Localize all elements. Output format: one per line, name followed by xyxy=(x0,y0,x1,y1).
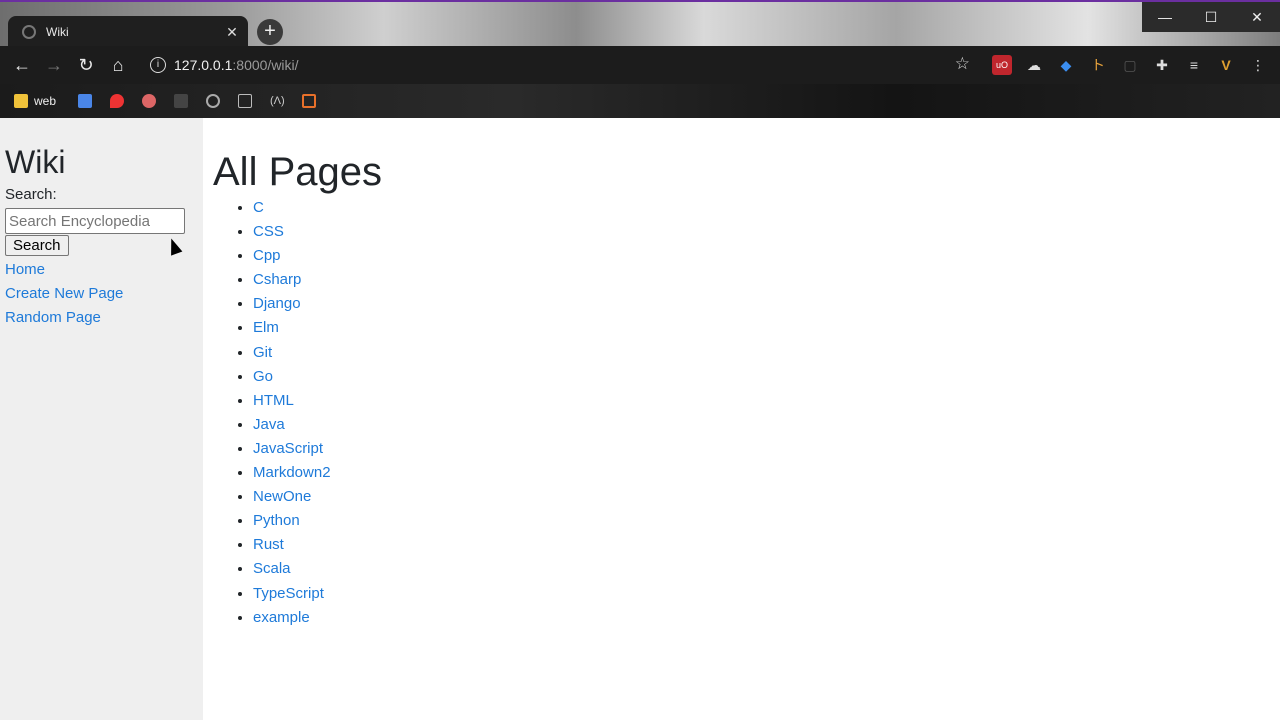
list-item: C xyxy=(253,196,382,220)
site-info-icon[interactable]: i xyxy=(150,57,166,73)
bookmark-label: web xyxy=(34,94,57,108)
page-link[interactable]: Scala xyxy=(253,560,291,577)
list-item: example xyxy=(253,606,382,630)
bookmark-item[interactable] xyxy=(142,92,162,110)
extension-icon[interactable]: ☁ xyxy=(1024,55,1044,75)
url-host: 127.0.0.1 xyxy=(174,57,233,73)
menu-dots-icon[interactable]: ⋮ xyxy=(1248,55,1268,75)
pages-list: C CSS Cpp Csharp Django Elm Git Go HTML … xyxy=(213,196,382,630)
page-link[interactable]: Cpp xyxy=(253,247,281,264)
page-link[interactable]: C xyxy=(253,199,264,216)
box-icon xyxy=(238,94,252,108)
bookmark-star-icon[interactable]: ☆ xyxy=(955,54,970,74)
bookmark-item[interactable] xyxy=(302,92,322,110)
site-title: Wiki xyxy=(5,144,66,180)
profile-icon[interactable]: V xyxy=(1216,55,1236,75)
browser-chrome: Wiki ✕ + — ☐ ✕ ← → ↻ ⌂ i 127.0.0.1 :8000… xyxy=(0,0,1280,118)
list-item: Git xyxy=(253,341,382,365)
page-link[interactable]: NewOne xyxy=(253,488,311,505)
bookmark-translate[interactable] xyxy=(78,92,98,110)
maximize-button[interactable]: ☐ xyxy=(1188,2,1234,32)
page-link[interactable]: Go xyxy=(253,368,273,385)
list-item: Elm xyxy=(253,316,382,340)
list-item: NewOne xyxy=(253,485,382,509)
page-link[interactable]: example xyxy=(253,609,310,626)
browser-tab[interactable]: Wiki ✕ xyxy=(8,16,248,48)
page-link[interactable]: CSS xyxy=(253,223,284,240)
circle-icon xyxy=(206,94,220,108)
page-link[interactable]: Markdown2 xyxy=(253,464,331,481)
minimize-button[interactable]: — xyxy=(1142,2,1188,32)
page-heading: All Pages xyxy=(213,150,382,194)
list-item: Csharp xyxy=(253,268,382,292)
url-path: :8000/wiki/ xyxy=(232,57,299,73)
tab-close-icon[interactable]: ✕ xyxy=(222,24,242,41)
address-bar[interactable]: i 127.0.0.1 :8000/wiki/ ☆ xyxy=(142,51,980,79)
extensions-puzzle-icon[interactable]: ✚ xyxy=(1152,55,1172,75)
bookmark-item[interactable] xyxy=(206,92,226,110)
search-button[interactable]: Search xyxy=(5,235,69,256)
reload-icon[interactable]: ↻ xyxy=(73,52,99,78)
page-link[interactable]: Django xyxy=(253,295,301,312)
list-item: Python xyxy=(253,509,382,533)
extension-icon[interactable]: ト xyxy=(1088,55,1108,75)
list-item: Rust xyxy=(253,533,382,557)
tab-strip: Wiki ✕ + — ☐ ✕ xyxy=(0,0,1280,48)
bookmarks-bar: web (Λ) xyxy=(0,84,1280,118)
bookmark-item[interactable]: (Λ) xyxy=(270,92,285,110)
folder-icon xyxy=(14,94,28,108)
page-link[interactable]: TypeScript xyxy=(253,585,324,602)
bookmark-icon xyxy=(142,94,156,108)
browser-toolbar: ← → ↻ ⌂ i 127.0.0.1 :8000/wiki/ ☆ uO ☁ ◆… xyxy=(0,46,1280,84)
window-close-button[interactable]: ✕ xyxy=(1234,2,1280,32)
list-item: TypeScript xyxy=(253,582,382,606)
translate-icon xyxy=(78,94,92,108)
home-link[interactable]: Home xyxy=(5,258,198,282)
list-item: HTML xyxy=(253,389,382,413)
bookmark-item[interactable] xyxy=(238,92,258,110)
back-arrow-icon[interactable]: ← xyxy=(9,52,35,78)
page-link[interactable]: Elm xyxy=(253,319,279,336)
bookmark-item[interactable] xyxy=(174,92,194,110)
page-link[interactable]: Python xyxy=(253,512,300,529)
new-tab-button[interactable]: + xyxy=(257,19,283,45)
list-item: Markdown2 xyxy=(253,461,382,485)
list-item: Go xyxy=(253,365,382,389)
window-controls: — ☐ ✕ xyxy=(1142,2,1280,32)
create-new-page-link[interactable]: Create New Page xyxy=(5,282,198,306)
extension-icon[interactable]: ▢ xyxy=(1120,55,1140,75)
diamond-extension-icon[interactable]: ◆ xyxy=(1056,55,1076,75)
map-pin-icon xyxy=(110,94,124,108)
page-link[interactable]: HTML xyxy=(253,392,294,409)
page-content: Wiki Search: Search Home Create New Page… xyxy=(0,118,1280,720)
page-link[interactable]: Csharp xyxy=(253,271,301,288)
list-item: Java xyxy=(253,413,382,437)
main-content: All Pages C CSS Cpp Csharp Django Elm Gi… xyxy=(213,118,382,630)
ublock-extension-icon[interactable]: uO xyxy=(992,55,1012,75)
list-item: JavaScript xyxy=(253,437,382,461)
bookmark-icon xyxy=(174,94,188,108)
sidebar-nav: Home Create New Page Random Page xyxy=(5,258,198,330)
forward-arrow-icon[interactable]: → xyxy=(41,52,67,78)
list-item: CSS xyxy=(253,220,382,244)
home-icon[interactable]: ⌂ xyxy=(105,52,131,78)
bookmark-maps[interactable] xyxy=(110,92,130,110)
list-item: Django xyxy=(253,292,382,316)
search-label: Search: xyxy=(5,186,57,203)
page-link[interactable]: Git xyxy=(253,344,272,361)
tab-title: Wiki xyxy=(46,25,69,39)
list-item: Cpp xyxy=(253,244,382,268)
page-link[interactable]: JavaScript xyxy=(253,440,323,457)
bookmark-icon xyxy=(302,94,316,108)
list-item: Scala xyxy=(253,557,382,581)
sidebar: Wiki Search: Search Home Create New Page… xyxy=(0,118,203,720)
media-queue-icon[interactable]: ≡ xyxy=(1184,55,1204,75)
page-link[interactable]: Java xyxy=(253,416,285,433)
page-link[interactable]: Rust xyxy=(253,536,284,553)
bookmark-folder-web[interactable]: web xyxy=(14,92,56,110)
loading-favicon-icon xyxy=(22,25,36,39)
random-page-link[interactable]: Random Page xyxy=(5,306,198,330)
search-input[interactable] xyxy=(5,208,185,234)
